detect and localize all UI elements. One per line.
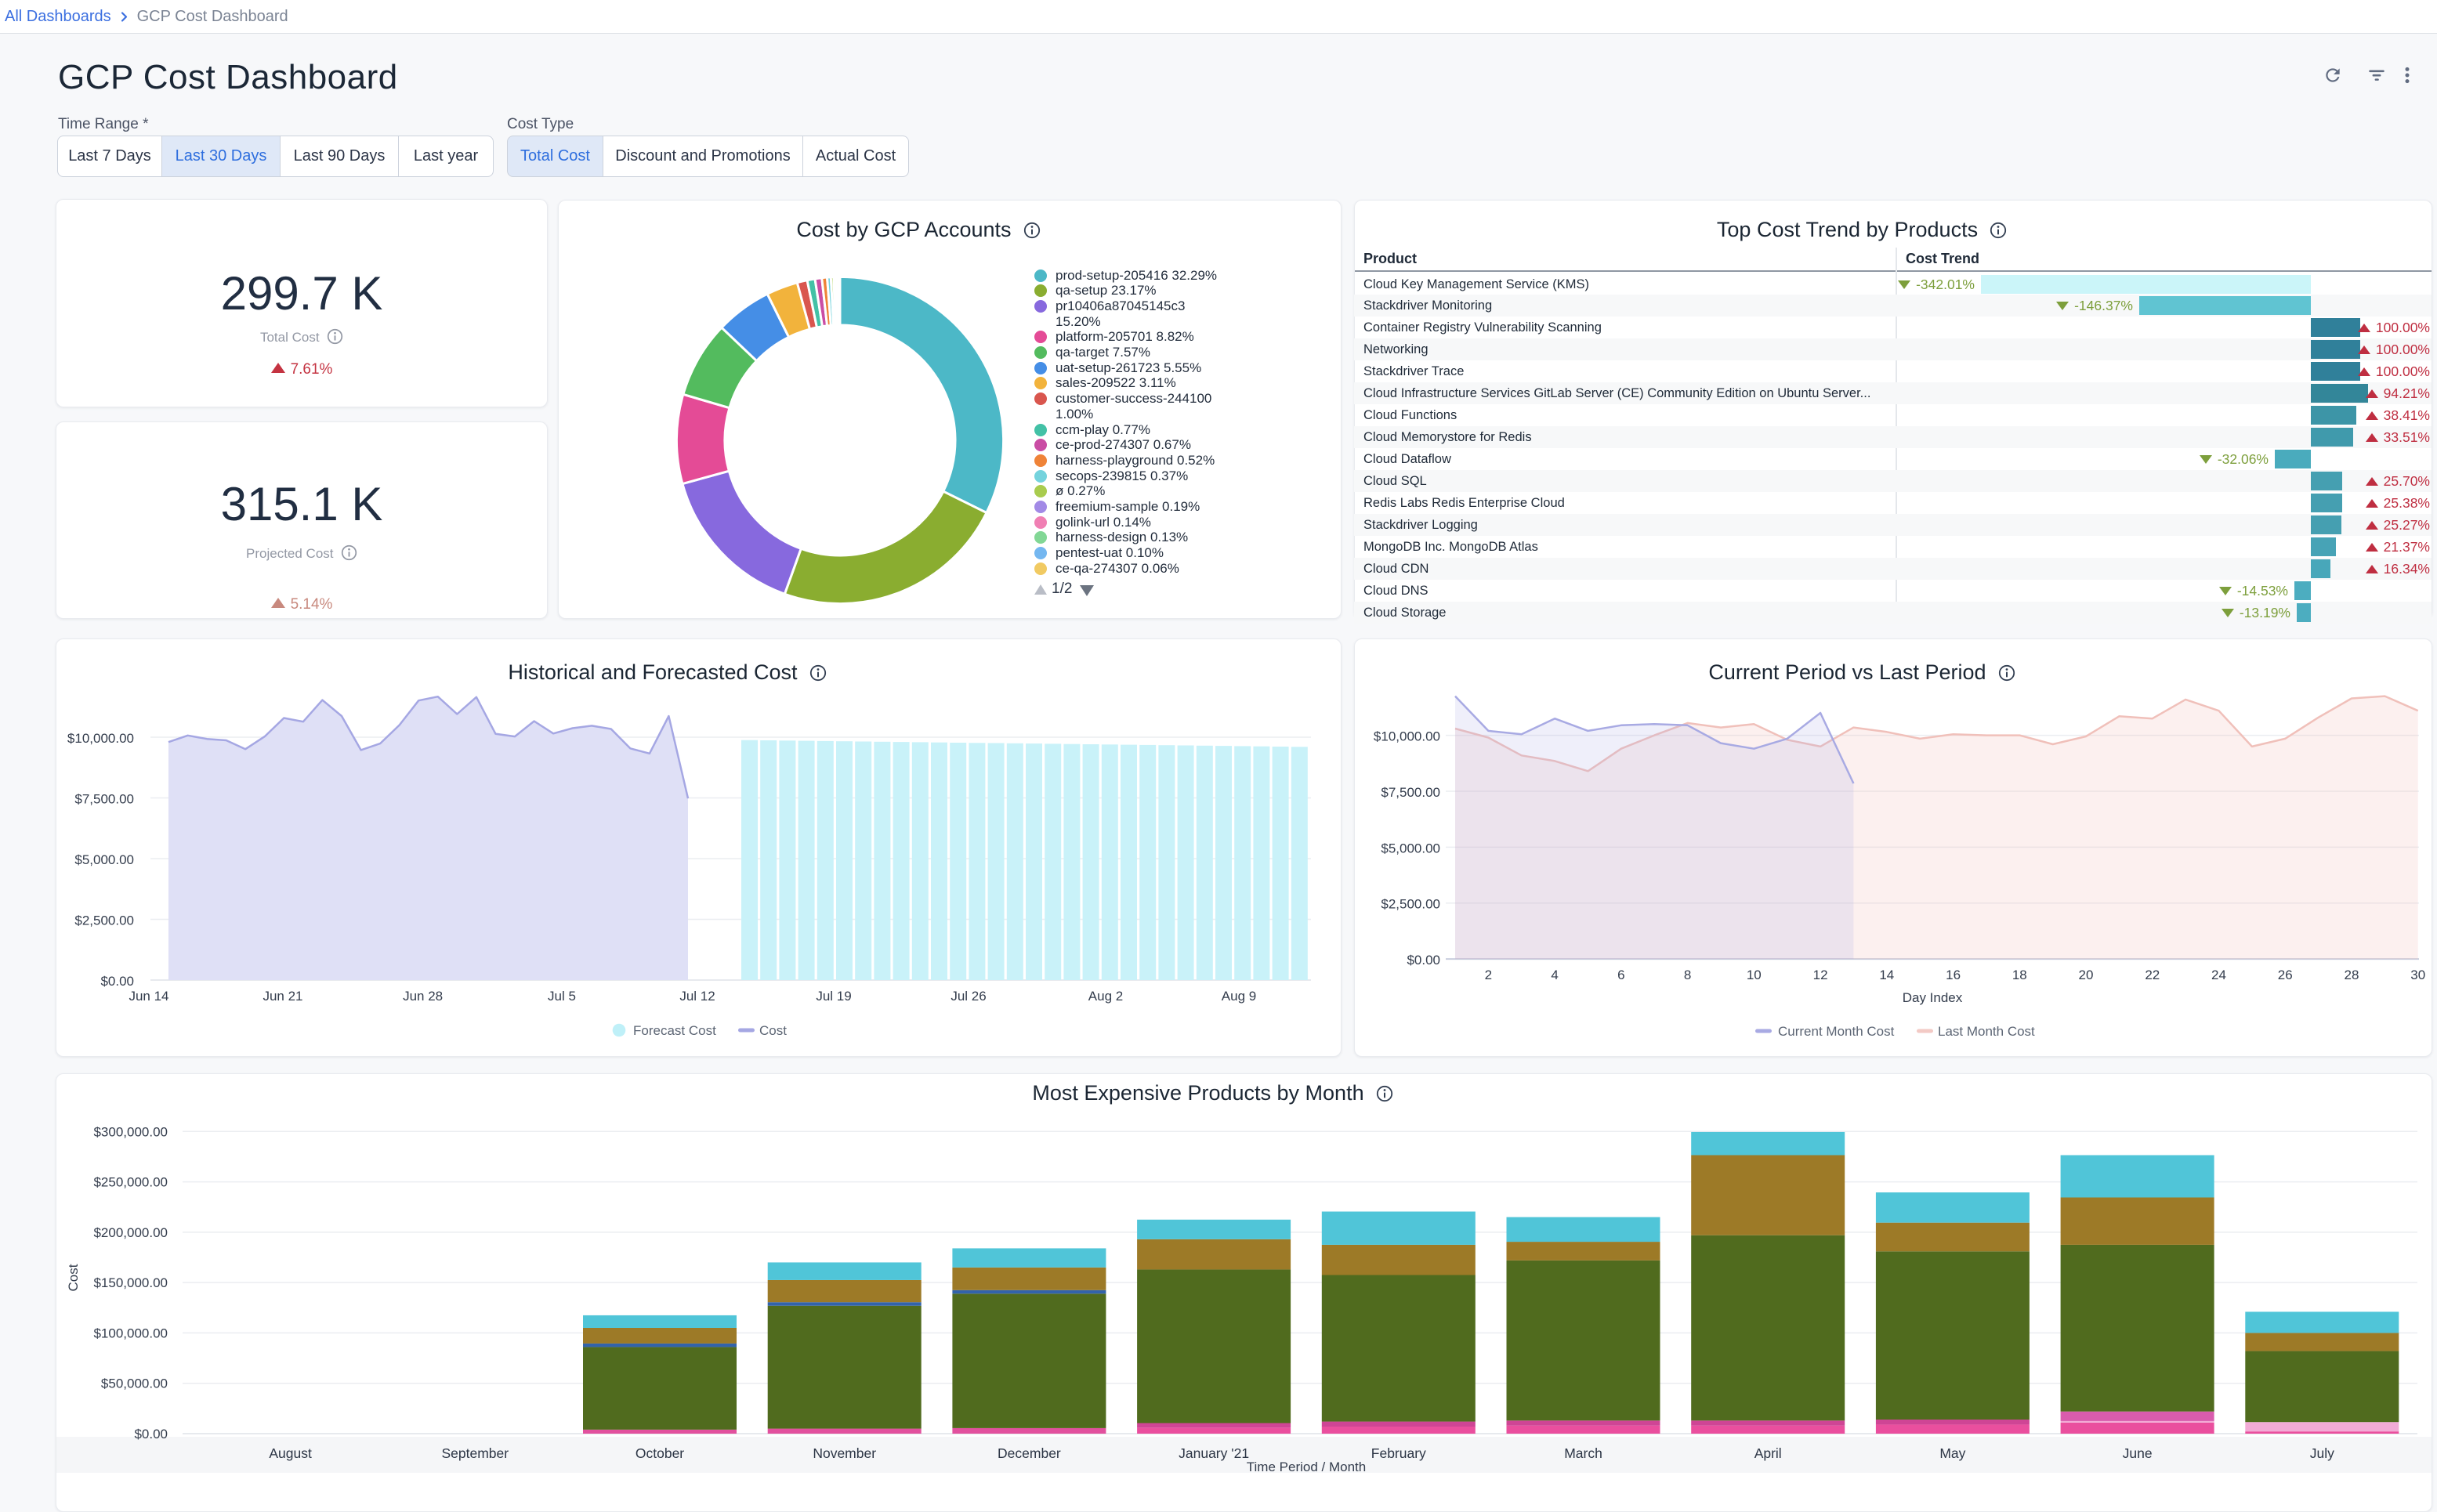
svg-text:20: 20 <box>2079 968 2094 982</box>
svg-text:Jun 14: Jun 14 <box>129 989 168 1004</box>
svg-text:$0.00: $0.00 <box>100 974 134 989</box>
svg-text:$150,000.00: $150,000.00 <box>93 1275 168 1290</box>
svg-text:Last Month Cost: Last Month Cost <box>1938 1024 2035 1039</box>
svg-text:Forecast Cost: Forecast Cost <box>633 1023 716 1038</box>
svg-text:30: 30 <box>2410 968 2425 982</box>
svg-text:Jun 21: Jun 21 <box>263 989 302 1004</box>
svg-text:24: 24 <box>2211 968 2226 982</box>
svg-text:August: August <box>269 1445 312 1461</box>
svg-text:$0.00: $0.00 <box>1407 953 1440 968</box>
svg-text:$100,000.00: $100,000.00 <box>93 1326 168 1340</box>
svg-text:$5,000.00: $5,000.00 <box>74 852 134 867</box>
svg-text:$10,000.00: $10,000.00 <box>1374 729 1440 744</box>
svg-text:Jul 26: Jul 26 <box>951 989 986 1004</box>
svg-text:Aug 9: Aug 9 <box>1222 989 1256 1004</box>
svg-text:22: 22 <box>2145 968 2160 982</box>
svg-text:$50,000.00: $50,000.00 <box>101 1376 168 1391</box>
svg-text:October: October <box>636 1445 684 1461</box>
svg-text:September: September <box>441 1445 509 1461</box>
svg-text:January '21: January '21 <box>1179 1445 1249 1461</box>
svg-text:May: May <box>1939 1445 1965 1461</box>
svg-text:Jun 28: Jun 28 <box>403 989 443 1004</box>
svg-text:$250,000.00: $250,000.00 <box>93 1175 168 1190</box>
svg-text:$5,000.00: $5,000.00 <box>1381 841 1440 855</box>
svg-text:12: 12 <box>1813 968 1828 982</box>
svg-text:26: 26 <box>2278 968 2293 982</box>
svg-text:$300,000.00: $300,000.00 <box>93 1124 168 1139</box>
svg-text:Cost: Cost <box>66 1264 81 1291</box>
svg-text:Jul 19: Jul 19 <box>816 989 851 1004</box>
svg-text:$7,500.00: $7,500.00 <box>1381 785 1440 800</box>
svg-text:$7,500.00: $7,500.00 <box>74 792 134 807</box>
svg-text:February: February <box>1371 1445 1426 1461</box>
svg-text:4: 4 <box>1551 968 1558 982</box>
svg-text:$0.00: $0.00 <box>134 1427 168 1441</box>
svg-text:March: March <box>1564 1445 1602 1461</box>
svg-text:Aug 2: Aug 2 <box>1088 989 1123 1004</box>
svg-text:28: 28 <box>2345 968 2359 982</box>
svg-text:June: June <box>2123 1445 2153 1461</box>
svg-text:16: 16 <box>1946 968 1961 982</box>
svg-text:$200,000.00: $200,000.00 <box>93 1225 168 1240</box>
svg-text:April: April <box>1754 1445 1782 1461</box>
svg-text:Current Month Cost: Current Month Cost <box>1778 1024 1895 1039</box>
svg-text:6: 6 <box>1617 968 1624 982</box>
svg-text:Jul 5: Jul 5 <box>548 989 576 1004</box>
svg-text:November: November <box>813 1445 876 1461</box>
svg-text:2: 2 <box>1485 968 1492 982</box>
svg-text:$2,500.00: $2,500.00 <box>74 913 134 928</box>
svg-text:December: December <box>998 1445 1061 1461</box>
svg-text:Cost: Cost <box>759 1023 787 1038</box>
svg-text:$2,500.00: $2,500.00 <box>1381 897 1440 912</box>
svg-text:July: July <box>2310 1445 2334 1461</box>
svg-text:Time Period / Month: Time Period / Month <box>1247 1460 1366 1473</box>
svg-text:$10,000.00: $10,000.00 <box>67 731 134 746</box>
svg-text:Day Index: Day Index <box>1903 990 1963 1005</box>
svg-text:Jul 12: Jul 12 <box>679 989 715 1004</box>
svg-text:10: 10 <box>1747 968 1762 982</box>
svg-text:8: 8 <box>1684 968 1691 982</box>
svg-text:14: 14 <box>1879 968 1894 982</box>
svg-text:18: 18 <box>2012 968 2027 982</box>
